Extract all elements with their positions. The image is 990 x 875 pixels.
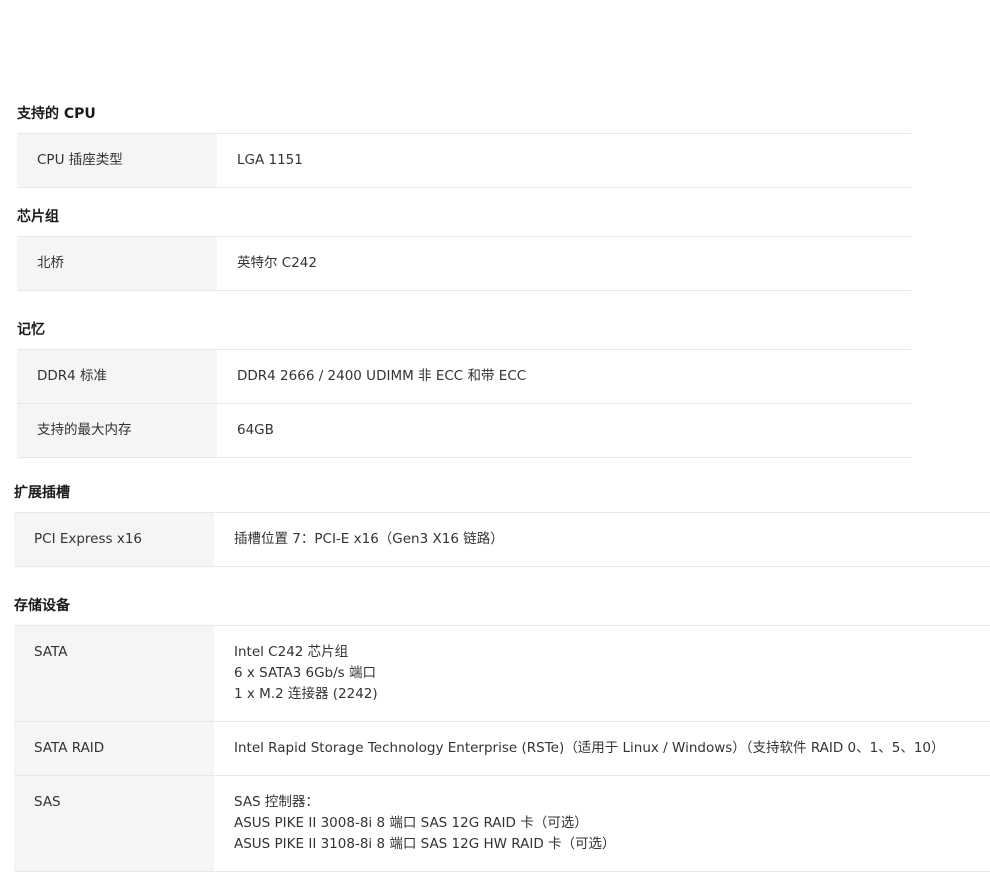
section-storage: 存储设备 SATA Intel C242 芯片组 6 x SATA3 6Gb/s… xyxy=(14,594,990,872)
row-value: 64GB xyxy=(217,404,911,457)
spec-table: 北桥 英特尔 C242 xyxy=(17,236,911,291)
value-line: 64GB xyxy=(237,422,274,438)
row-value: DDR4 2666 / 2400 UDIMM 非 ECC 和带 ECC xyxy=(217,350,911,403)
spec-table: SATA Intel C242 芯片组 6 x SATA3 6Gb/s 端口 1… xyxy=(14,625,990,872)
value-line: DDR4 2666 / 2400 UDIMM 非 ECC 和带 ECC xyxy=(237,368,527,384)
row-label: SAS xyxy=(14,776,214,871)
value-line: LGA 1151 xyxy=(237,152,303,168)
row-value: Intel Rapid Storage Technology Enterpris… xyxy=(214,722,990,775)
section-supported-cpu: 支持的 CPU CPU 插座类型 LGA 1151 xyxy=(17,102,911,188)
row-label: 支持的最大内存 xyxy=(17,404,217,457)
table-row: DDR4 标准 DDR4 2666 / 2400 UDIMM 非 ECC 和带 … xyxy=(17,349,911,403)
row-value: LGA 1151 xyxy=(217,134,911,187)
table-row: 北桥 英特尔 C242 xyxy=(17,236,911,291)
section-title: 芯片组 xyxy=(17,209,59,225)
row-value: 插槽位置 7：PCI-E x16（Gen3 X16 链路） xyxy=(214,513,990,566)
value-line: 英特尔 C242 xyxy=(237,255,317,271)
row-label: SATA xyxy=(14,626,214,721)
table-row: CPU 插座类型 LGA 1151 xyxy=(17,133,911,188)
table-row: PCI Express x16 插槽位置 7：PCI-E x16（Gen3 X1… xyxy=(14,512,990,567)
row-label: 北桥 xyxy=(17,237,217,290)
row-label: DDR4 标准 xyxy=(17,350,217,403)
row-label: PCI Express x16 xyxy=(14,513,214,566)
table-row: SATA RAID Intel Rapid Storage Technology… xyxy=(14,721,990,775)
value-line: SAS 控制器： xyxy=(234,794,319,810)
row-value: SAS 控制器： ASUS PIKE II 3008-8i 8 端口 SAS 1… xyxy=(214,776,990,871)
value-line: Intel Rapid Storage Technology Enterpris… xyxy=(234,740,945,756)
section-memory: 记忆 DDR4 标准 DDR4 2666 / 2400 UDIMM 非 ECC … xyxy=(17,318,911,458)
value-line: 插槽位置 7：PCI-E x16（Gen3 X16 链路） xyxy=(234,531,504,547)
row-value: Intel C242 芯片组 6 x SATA3 6Gb/s 端口 1 x M.… xyxy=(214,626,990,721)
value-line: 1 x M.2 连接器 (2242) xyxy=(234,686,378,702)
section-title: 记忆 xyxy=(17,322,45,338)
spec-table: PCI Express x16 插槽位置 7：PCI-E x16（Gen3 X1… xyxy=(14,512,990,567)
spec-table: DDR4 标准 DDR4 2666 / 2400 UDIMM 非 ECC 和带 … xyxy=(17,349,911,458)
row-value: 英特尔 C242 xyxy=(217,237,911,290)
section-chipset: 芯片组 北桥 英特尔 C242 xyxy=(17,205,911,291)
table-row: SAS SAS 控制器： ASUS PIKE II 3008-8i 8 端口 S… xyxy=(14,775,990,872)
table-row: 支持的最大内存 64GB xyxy=(17,403,911,458)
row-label: SATA RAID xyxy=(14,722,214,775)
section-title: 扩展插槽 xyxy=(14,485,70,501)
row-label: CPU 插座类型 xyxy=(17,134,217,187)
value-line: ASUS PIKE II 3008-8i 8 端口 SAS 12G RAID 卡… xyxy=(234,815,588,831)
table-row: SATA Intel C242 芯片组 6 x SATA3 6Gb/s 端口 1… xyxy=(14,625,990,721)
value-line: Intel C242 芯片组 xyxy=(234,644,349,660)
section-title: 支持的 CPU xyxy=(17,106,96,122)
section-expansion-slots: 扩展插槽 PCI Express x16 插槽位置 7：PCI-E x16（Ge… xyxy=(14,481,990,567)
section-title: 存储设备 xyxy=(14,598,70,614)
value-line: ASUS PIKE II 3108-8i 8 端口 SAS 12G HW RAI… xyxy=(234,836,616,852)
value-line: 6 x SATA3 6Gb/s 端口 xyxy=(234,665,376,681)
spec-table: CPU 插座类型 LGA 1151 xyxy=(17,133,911,188)
